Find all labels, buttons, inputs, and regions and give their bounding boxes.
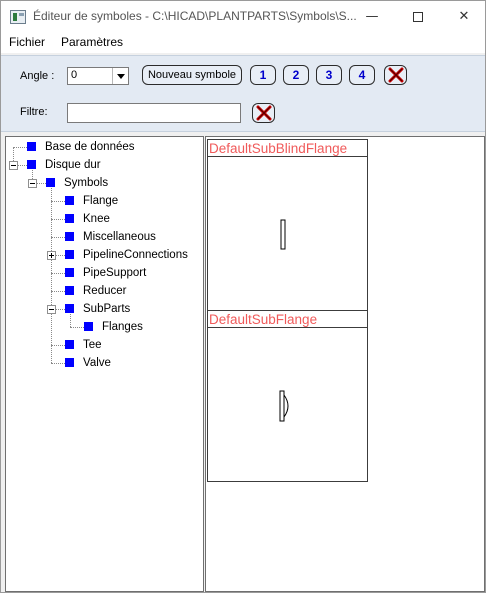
folder-square-icon — [65, 303, 74, 313]
folder-square-icon — [65, 195, 74, 205]
chevron-down-icon[interactable] — [112, 68, 128, 84]
tree-connector — [70, 327, 84, 328]
app-icon — [10, 10, 26, 24]
angle-preset-4-button[interactable]: 4 — [349, 65, 375, 85]
angle-label: Angle : — [20, 70, 55, 82]
minimize-button[interactable]: — — [349, 1, 395, 33]
tree-item-symbols[interactable]: Symbols — [46, 175, 108, 191]
folder-square-icon — [46, 177, 55, 187]
tree-item-subparts[interactable]: SubParts — [65, 301, 130, 317]
maximize-icon — [413, 11, 423, 22]
folder-square-icon — [65, 339, 74, 349]
tree-item-base-de-donnees[interactable]: Base de données — [27, 139, 135, 155]
blind-flange-symbol-icon — [280, 219, 286, 250]
tree-connector — [51, 363, 65, 364]
folder-square-icon — [65, 213, 74, 223]
tree-item-label: SubParts — [83, 303, 131, 315]
tree-connector — [51, 237, 65, 238]
collapse-toggle-symbols[interactable] — [28, 179, 37, 188]
tree-connector — [56, 309, 65, 310]
tree-item-label: PipeSupport — [83, 267, 147, 279]
tree-item-label: Reducer — [83, 285, 127, 297]
clear-filter-button[interactable] — [252, 103, 275, 123]
tree-item-flange[interactable]: Flange — [65, 193, 118, 209]
tree-connector — [18, 165, 27, 166]
angle-preset-2-button[interactable]: 2 — [283, 65, 309, 85]
angle-select[interactable]: 0 — [67, 67, 129, 85]
tree-connector — [51, 273, 65, 274]
tree-item-disque-dur[interactable]: Disque dur — [27, 157, 101, 173]
tree-item-pipelineconnections[interactable]: PipelineConnections — [65, 247, 188, 263]
collapse-toggle-subparts[interactable] — [47, 305, 56, 314]
symbol-card-defaultsubflange[interactable]: DefaultSubFlange — [207, 310, 368, 482]
window-title: Éditeur de symboles - C:\HICAD\PLANTPART… — [33, 9, 357, 23]
angle-preset-1-button[interactable]: 1 — [250, 65, 276, 85]
tree-item-label: Knee — [83, 213, 110, 225]
menu-fichier[interactable]: Fichier — [9, 35, 45, 49]
tree-item-reducer[interactable]: Reducer — [65, 283, 126, 299]
tree-item-label: Symbols — [64, 177, 109, 189]
tree-connector — [51, 345, 65, 346]
tree-item-label: Valve — [83, 357, 111, 369]
tree-connector — [51, 188, 52, 363]
symbol-gallery[interactable]: DefaultSubBlindFlange DefaultSubFlange — [205, 136, 485, 592]
folder-square-icon — [65, 231, 74, 241]
folder-square-icon — [27, 159, 36, 169]
tree-item-tee[interactable]: Tee — [65, 337, 102, 353]
filter-input[interactable] — [67, 103, 241, 123]
delete-symbol-button[interactable] — [384, 65, 407, 85]
folder-square-icon — [65, 357, 74, 367]
tree-item-label: Flange — [83, 195, 119, 207]
title-bar[interactable]: Éditeur de symboles - C:\HICAD\PLANTPART… — [1, 1, 485, 33]
tree-item-label: Disque dur — [45, 159, 101, 171]
tree-item-label: Base de données — [45, 141, 135, 153]
expand-toggle-pipelineconnections[interactable] — [47, 251, 56, 260]
tree-connector — [37, 183, 46, 184]
tree-connector — [13, 147, 27, 148]
tree-connector — [51, 219, 65, 220]
symbol-editor-window: Éditeur de symboles - C:\HICAD\PLANTPART… — [0, 0, 486, 593]
menu-parametres[interactable]: Paramètres — [61, 35, 123, 49]
symbol-name: DefaultSubFlange — [208, 311, 367, 328]
symbol-card-defaultsubblindflange[interactable]: DefaultSubBlindFlange — [207, 139, 368, 311]
tree-item-knee[interactable]: Knee — [65, 211, 110, 227]
tree-connector — [51, 291, 65, 292]
tree-connector — [51, 201, 65, 202]
delete-x-icon — [388, 67, 404, 83]
tree-item-valve[interactable]: Valve — [65, 355, 111, 371]
folder-square-icon — [65, 267, 74, 277]
tree-item-label: Miscellaneous — [83, 231, 156, 243]
tree-item-pipesupport[interactable]: PipeSupport — [65, 265, 146, 281]
tree-item-miscellaneous[interactable]: Miscellaneous — [65, 229, 156, 245]
tree-item-label: PipelineConnections — [83, 249, 188, 261]
collapse-toggle-disque-dur[interactable] — [9, 161, 18, 170]
angle-preset-3-button[interactable]: 3 — [316, 65, 342, 85]
new-symbol-button[interactable]: Nouveau symbole — [142, 65, 242, 85]
tree-item-flanges[interactable]: Flanges — [84, 319, 143, 335]
folder-square-icon — [65, 285, 74, 295]
symbol-name: DefaultSubBlindFlange — [208, 140, 367, 157]
tree-item-label: Flanges — [102, 321, 143, 333]
flange-symbol-icon — [279, 390, 289, 422]
filter-label: Filtre: — [20, 106, 48, 118]
folder-square-icon — [65, 249, 74, 259]
folder-square-icon — [27, 141, 36, 151]
angle-value: 0 — [71, 69, 78, 81]
toolbar: Angle : 0 Nouveau symbole 1 2 3 4 Filtre… — [1, 55, 485, 132]
close-button[interactable]: ✕ — [441, 1, 485, 33]
maximize-button[interactable] — [395, 1, 441, 33]
folder-tree[interactable]: Base de données Disque dur Symbols Flang… — [5, 136, 204, 592]
menu-bar: Fichier Paramètres — [1, 33, 485, 53]
tree-item-label: Tee — [83, 339, 102, 351]
tree-connector — [56, 255, 65, 256]
clear-x-icon — [256, 105, 272, 121]
folder-square-icon — [84, 321, 93, 331]
